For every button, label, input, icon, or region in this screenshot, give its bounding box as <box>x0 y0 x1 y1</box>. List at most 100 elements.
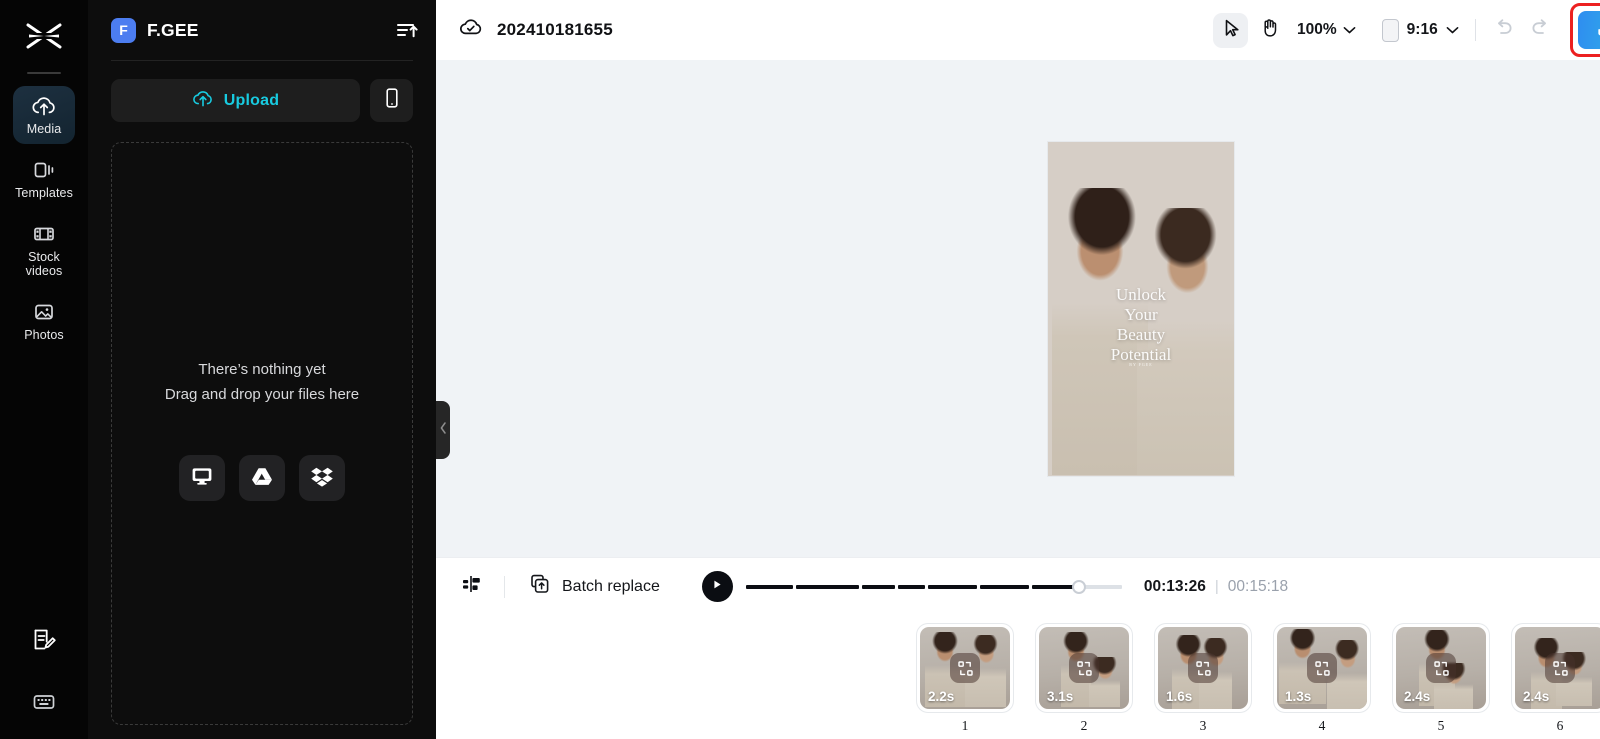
upload-button[interactable]: Upload <box>111 79 360 122</box>
sort-ascending-icon[interactable] <box>396 20 418 40</box>
keyboard-shortcuts-icon[interactable] <box>31 692 57 717</box>
chevron-down-icon <box>1343 21 1356 39</box>
player-divider <box>504 575 505 598</box>
toolbar-divider <box>1474 19 1476 41</box>
progress-segment <box>795 584 859 589</box>
capcut-logo-icon[interactable] <box>16 14 72 58</box>
sidebar-item-label: Templates <box>15 186 73 200</box>
cloud-upload-icon <box>192 89 214 113</box>
cloud-upload-icon <box>31 95 57 117</box>
clip-duration: 3.1s <box>1047 689 1074 704</box>
player-bar: Batch replace 00:13:26 | 00:15:18 <box>436 557 1600 615</box>
time-separator: | <box>1214 578 1219 595</box>
google-drive-icon <box>250 465 274 492</box>
export-button[interactable]: Export <box>1577 11 1600 49</box>
replace-swap-icon[interactable] <box>1188 653 1218 683</box>
sidebar-item-photos[interactable]: Photos <box>13 292 75 350</box>
hand-tool-button[interactable] <box>1252 13 1287 48</box>
clip-index-label: 4 <box>1318 718 1326 733</box>
sidebar-item-label: Stock videos <box>25 250 63 278</box>
left-rail: Media Templates Stock videos Photos <box>0 0 88 739</box>
clip-thumbnail[interactable]: 3.1s <box>1036 624 1132 712</box>
cloud-check-icon <box>458 17 484 44</box>
video-preview[interactable]: Unlock Your Beauty Potential BY FGEE <box>1048 141 1234 476</box>
aspect-ratio-preview-icon <box>1381 18 1399 42</box>
empty-state-text: There’s nothing yet Drag and drop your f… <box>165 357 359 407</box>
batch-replace-label: Batch replace <box>562 577 660 595</box>
history-controls <box>1492 17 1552 43</box>
project-title[interactable]: 202410181655 <box>497 20 613 40</box>
aspect-ratio-selector[interactable]: 9:16 <box>1381 18 1459 42</box>
progress-segment <box>861 584 895 589</box>
brand-badge: F <box>111 17 136 43</box>
canvas-tool-group <box>1213 12 1287 48</box>
clip-filmstrip: 2.2s 1 3.1s 2 1.6s 3 1.3s 4 2.4s 5 2.4s … <box>436 615 1600 739</box>
upload-button-label: Upload <box>223 91 280 109</box>
clip-index-label: 3 <box>1199 718 1207 733</box>
clip-index-label: 6 <box>1556 718 1564 733</box>
export-highlight-box: Export <box>1569 3 1600 57</box>
media-panel-header: F F.GEE <box>88 0 436 60</box>
upload-row: Upload <box>88 61 436 122</box>
clip-item: 3.1s 2 <box>1036 624 1132 734</box>
clip-index-label: 2 <box>1080 718 1088 733</box>
empty-state-line-1: There’s nothing yet <box>198 361 326 378</box>
clip-thumbnail-image: 2.4s <box>1515 627 1600 709</box>
replace-swap-icon[interactable] <box>950 653 980 683</box>
main-area: 202410181655 100% 9:16 Unlock Your Beaut… <box>436 0 1600 739</box>
replace-swap-icon[interactable] <box>1069 653 1099 683</box>
clip-thumbnail-image: 1.3s <box>1277 627 1367 709</box>
preview-subtitle-text: BY FGEE <box>1129 361 1153 367</box>
playhead-knob[interactable] <box>1071 579 1086 594</box>
clip-item: 2.4s 6 <box>1512 624 1600 734</box>
media-panel: F F.GEE Upload There’s nothing yet Drag … <box>88 0 436 739</box>
current-time: 00:13:26 <box>1143 577 1206 595</box>
import-source-group <box>179 455 345 501</box>
replace-swap-icon[interactable] <box>1545 653 1575 683</box>
sidebar-item-stock-videos[interactable]: Stock videos <box>13 214 75 286</box>
sidebar-item-media[interactable]: Media <box>13 86 75 144</box>
import-local-computer-button[interactable] <box>179 455 225 501</box>
sidebar-item-label: Photos <box>24 328 64 342</box>
photo-icon <box>31 301 57 323</box>
dropbox-icon <box>310 465 334 492</box>
progress-segment <box>745 584 793 589</box>
mobile-phone-icon <box>384 87 400 114</box>
export-upload-icon <box>1596 19 1600 42</box>
zoom-level-value: 100% <box>1297 21 1337 38</box>
media-dropzone[interactable]: There’s nothing yet Drag and drop your f… <box>111 142 413 725</box>
clip-thumbnail[interactable]: 2.4s <box>1393 624 1489 712</box>
film-strip-icon <box>31 223 57 245</box>
undo-icon[interactable] <box>1492 17 1515 43</box>
batch-replace-button[interactable]: Batch replace <box>529 573 660 600</box>
clip-thumbnail[interactable]: 2.2s <box>917 624 1013 712</box>
panel-collapse-handle[interactable] <box>436 401 450 459</box>
chevron-down-icon <box>1446 21 1459 39</box>
clip-thumbnail[interactable]: 1.3s <box>1274 624 1370 712</box>
import-google-drive-button[interactable] <box>239 455 285 501</box>
replace-swap-icon[interactable] <box>1426 653 1456 683</box>
total-time: 00:15:18 <box>1227 577 1289 595</box>
replace-swap-icon[interactable] <box>1307 653 1337 683</box>
canvas-area: Unlock Your Beauty Potential BY FGEE Tex… <box>436 60 1600 557</box>
import-dropbox-button[interactable] <box>299 455 345 501</box>
clip-duration: 2.4s <box>1523 689 1550 704</box>
zoom-level-selector[interactable]: 100% <box>1297 21 1356 39</box>
document-edit-icon[interactable] <box>30 627 58 658</box>
clip-thumbnail[interactable]: 2.4s <box>1512 624 1600 712</box>
clip-duration: 2.4s <box>1404 689 1431 704</box>
split-clip-icon[interactable] <box>460 573 482 600</box>
select-tool-button[interactable] <box>1213 12 1249 48</box>
play-icon <box>711 578 723 596</box>
clip-item: 1.3s 4 <box>1274 624 1370 734</box>
clip-duration: 1.6s <box>1166 689 1193 704</box>
play-button[interactable] <box>701 571 733 602</box>
clip-thumbnail[interactable]: 1.6s <box>1155 624 1251 712</box>
sidebar-item-templates[interactable]: Templates <box>13 150 75 208</box>
clip-item: 1.6s 3 <box>1155 624 1251 734</box>
preview-headline-text: Unlock Your Beauty Potential <box>1110 285 1172 365</box>
redo-icon[interactable] <box>1529 17 1552 43</box>
playback-progress-track[interactable] <box>745 577 1122 597</box>
mobile-upload-button[interactable] <box>370 79 413 122</box>
templates-icon <box>31 159 57 181</box>
